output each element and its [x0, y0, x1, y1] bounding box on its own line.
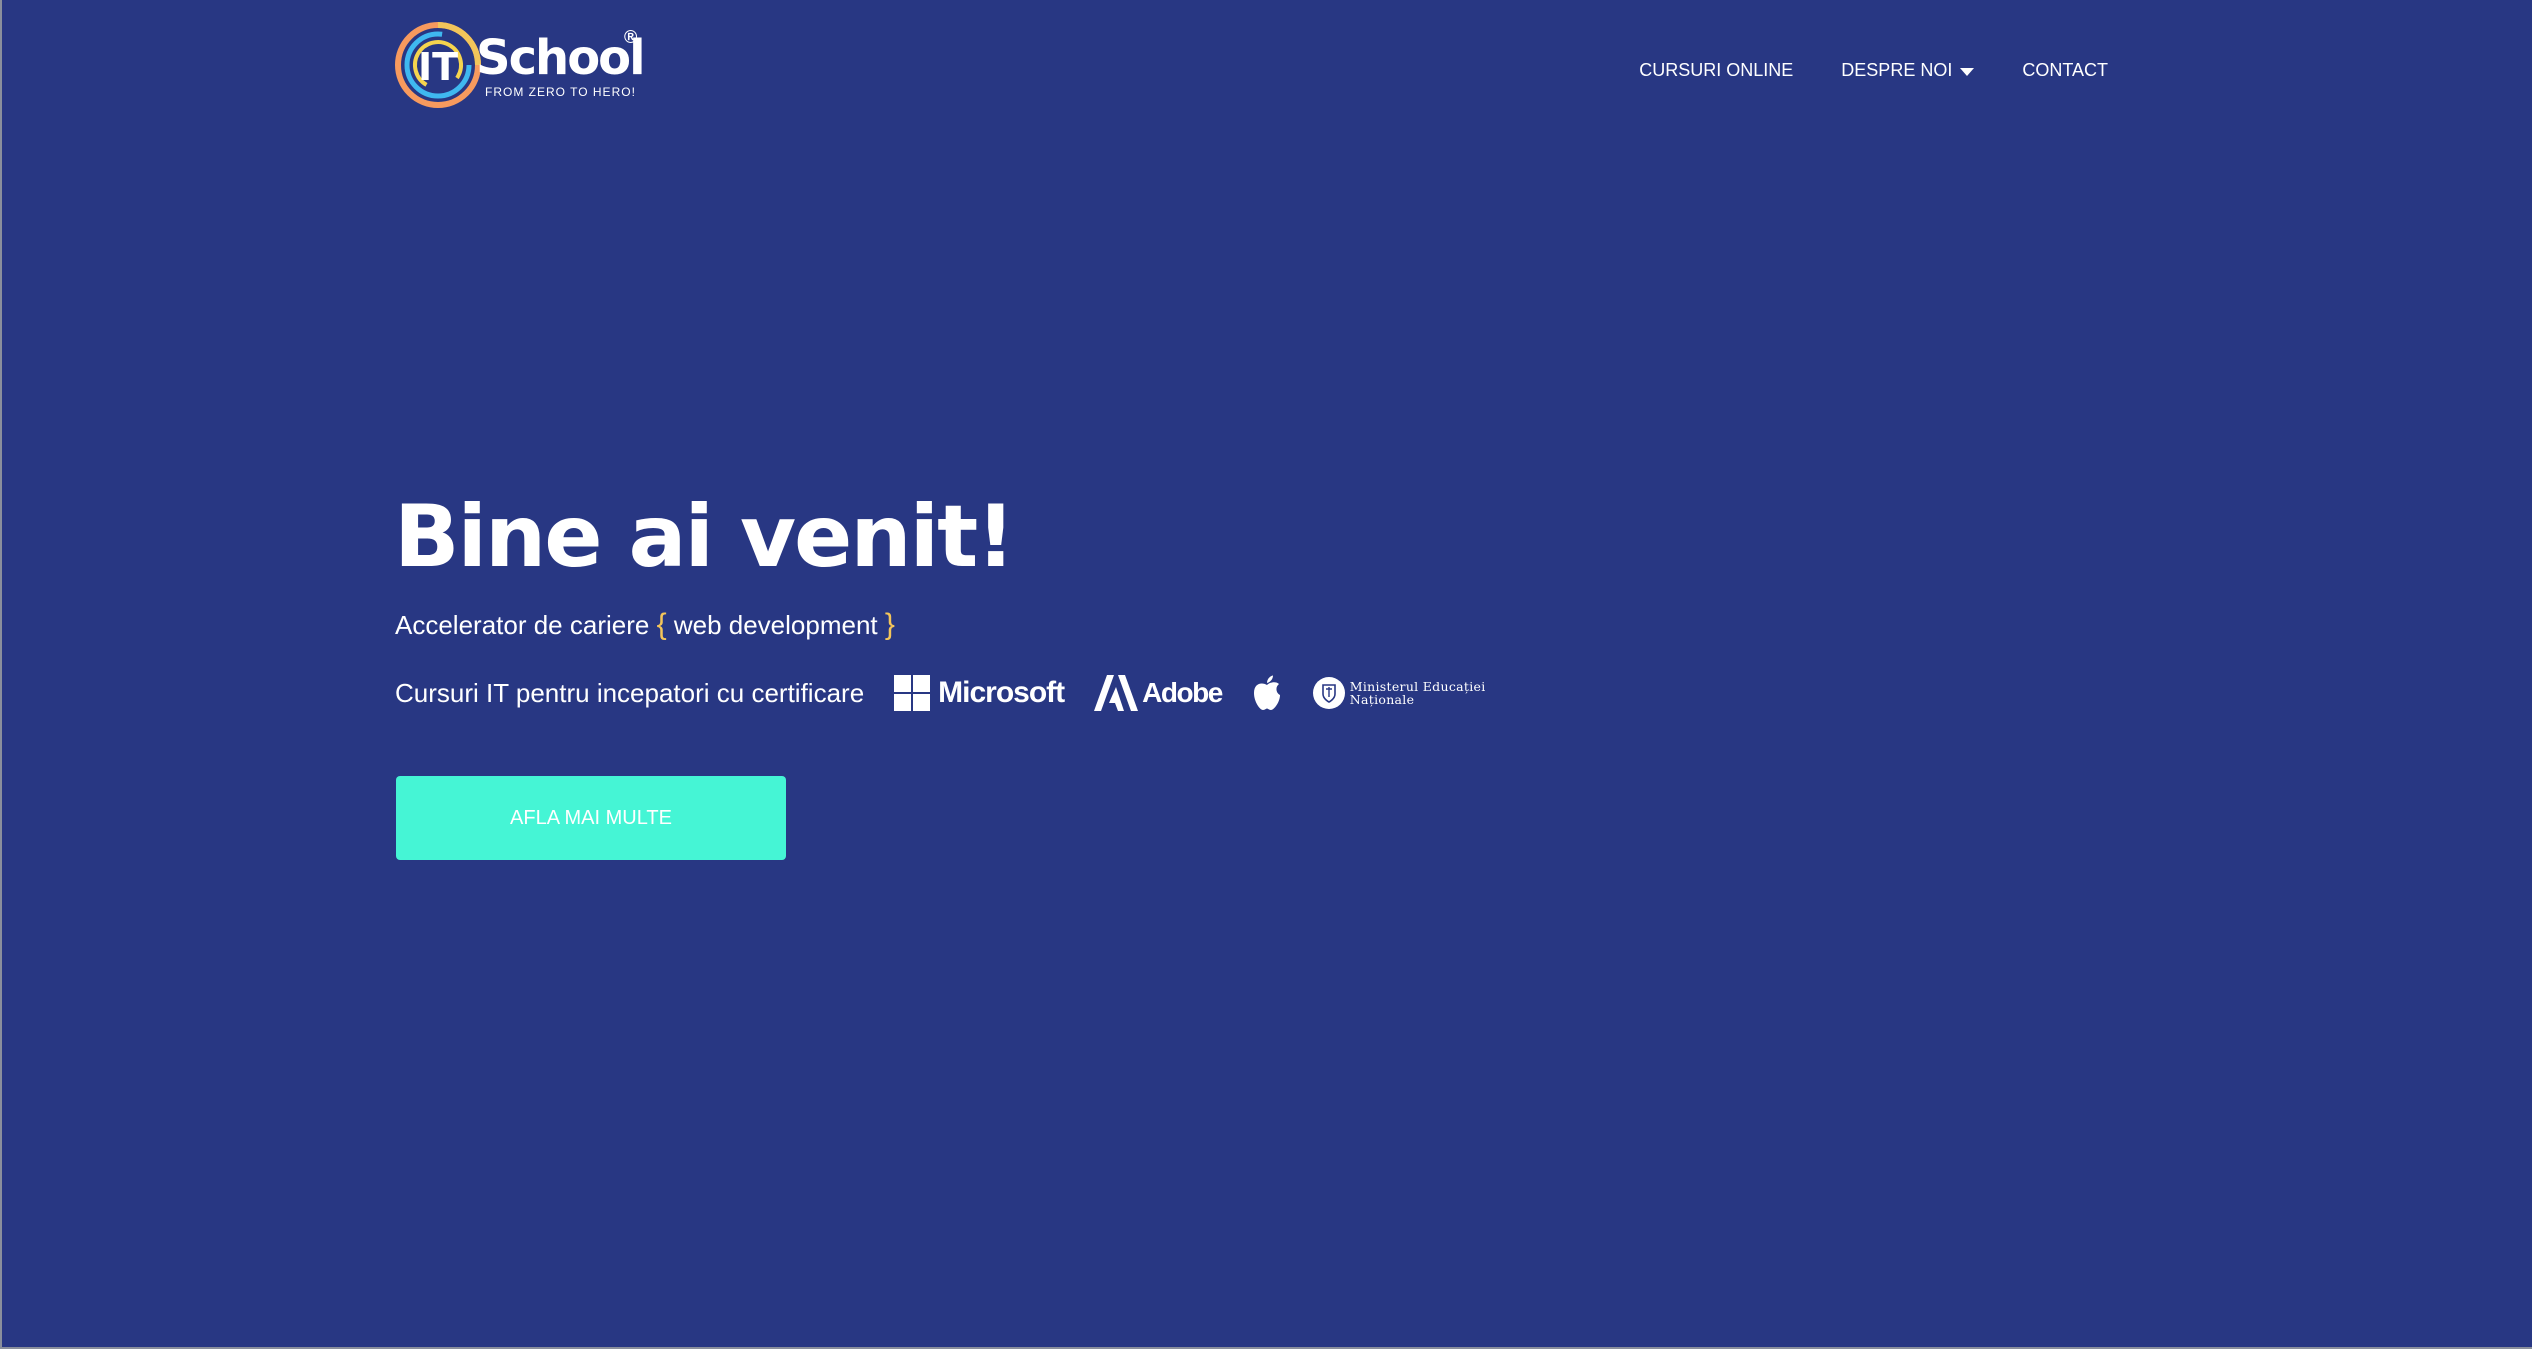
nav-contact[interactable]: CONTACT	[2022, 60, 2108, 81]
page: IT School ® FROM ZERO TO HERO! CURSURI O…	[0, 0, 2532, 1349]
learn-more-button[interactable]: AFLA MAI MULTE	[396, 776, 786, 860]
hero-title: Bine ai venit!	[394, 487, 1015, 587]
nav-despre-noi[interactable]: DESPRE NOI	[1841, 60, 1975, 81]
partner-apple	[1252, 675, 1282, 711]
ministry-name: Ministerul Educației Naționale	[1349, 678, 1486, 707]
brace-close: }	[884, 608, 895, 641]
microsoft-name: Microsoft	[938, 676, 1065, 709]
itschool-logo[interactable]: IT School ® FROM ZERO TO HERO!	[394, 18, 646, 113]
logo-school-text: School	[476, 30, 646, 86]
registered-mark: ®	[624, 27, 638, 47]
nav-label: CONTACT	[2022, 60, 2108, 80]
adobe-logo-icon	[1094, 675, 1139, 711]
nav-label: DESPRE NOI	[1841, 60, 1953, 80]
microsoft-logo-icon	[894, 675, 931, 711]
certification-text: Cursuri IT pentru incepatori cu certific…	[395, 677, 865, 708]
logo-tagline: FROM ZERO TO HERO!	[485, 85, 636, 99]
partner-ministry: Ministerul Educației Naționale	[1312, 676, 1486, 710]
apple-logo-icon	[1253, 675, 1280, 710]
main-nav: CURSURI ONLINE DESPRE NOI CONTACT	[1639, 60, 2108, 81]
svg-text:IT: IT	[418, 45, 458, 89]
certification-line: Cursuri IT pentru incepatori cu certific…	[395, 668, 1516, 718]
adobe-name: Adobe	[1142, 677, 1223, 708]
subtitle-prefix: Accelerator de cariere	[395, 610, 650, 640]
subtitle-highlight: web development	[673, 610, 878, 640]
chevron-down-icon	[1960, 67, 1975, 76]
brace-open: {	[656, 608, 667, 641]
partner-adobe: Adobe	[1094, 675, 1223, 711]
ministry-crest-icon	[1312, 677, 1345, 709]
hero-subtitle: Accelerator de cariere { web development…	[395, 608, 895, 642]
logo-ring-icon: IT	[395, 22, 481, 108]
nav-cursuri-online[interactable]: CURSURI ONLINE	[1639, 60, 1793, 81]
partner-microsoft: Microsoft	[894, 675, 1065, 711]
nav-label: CURSURI ONLINE	[1639, 60, 1794, 80]
